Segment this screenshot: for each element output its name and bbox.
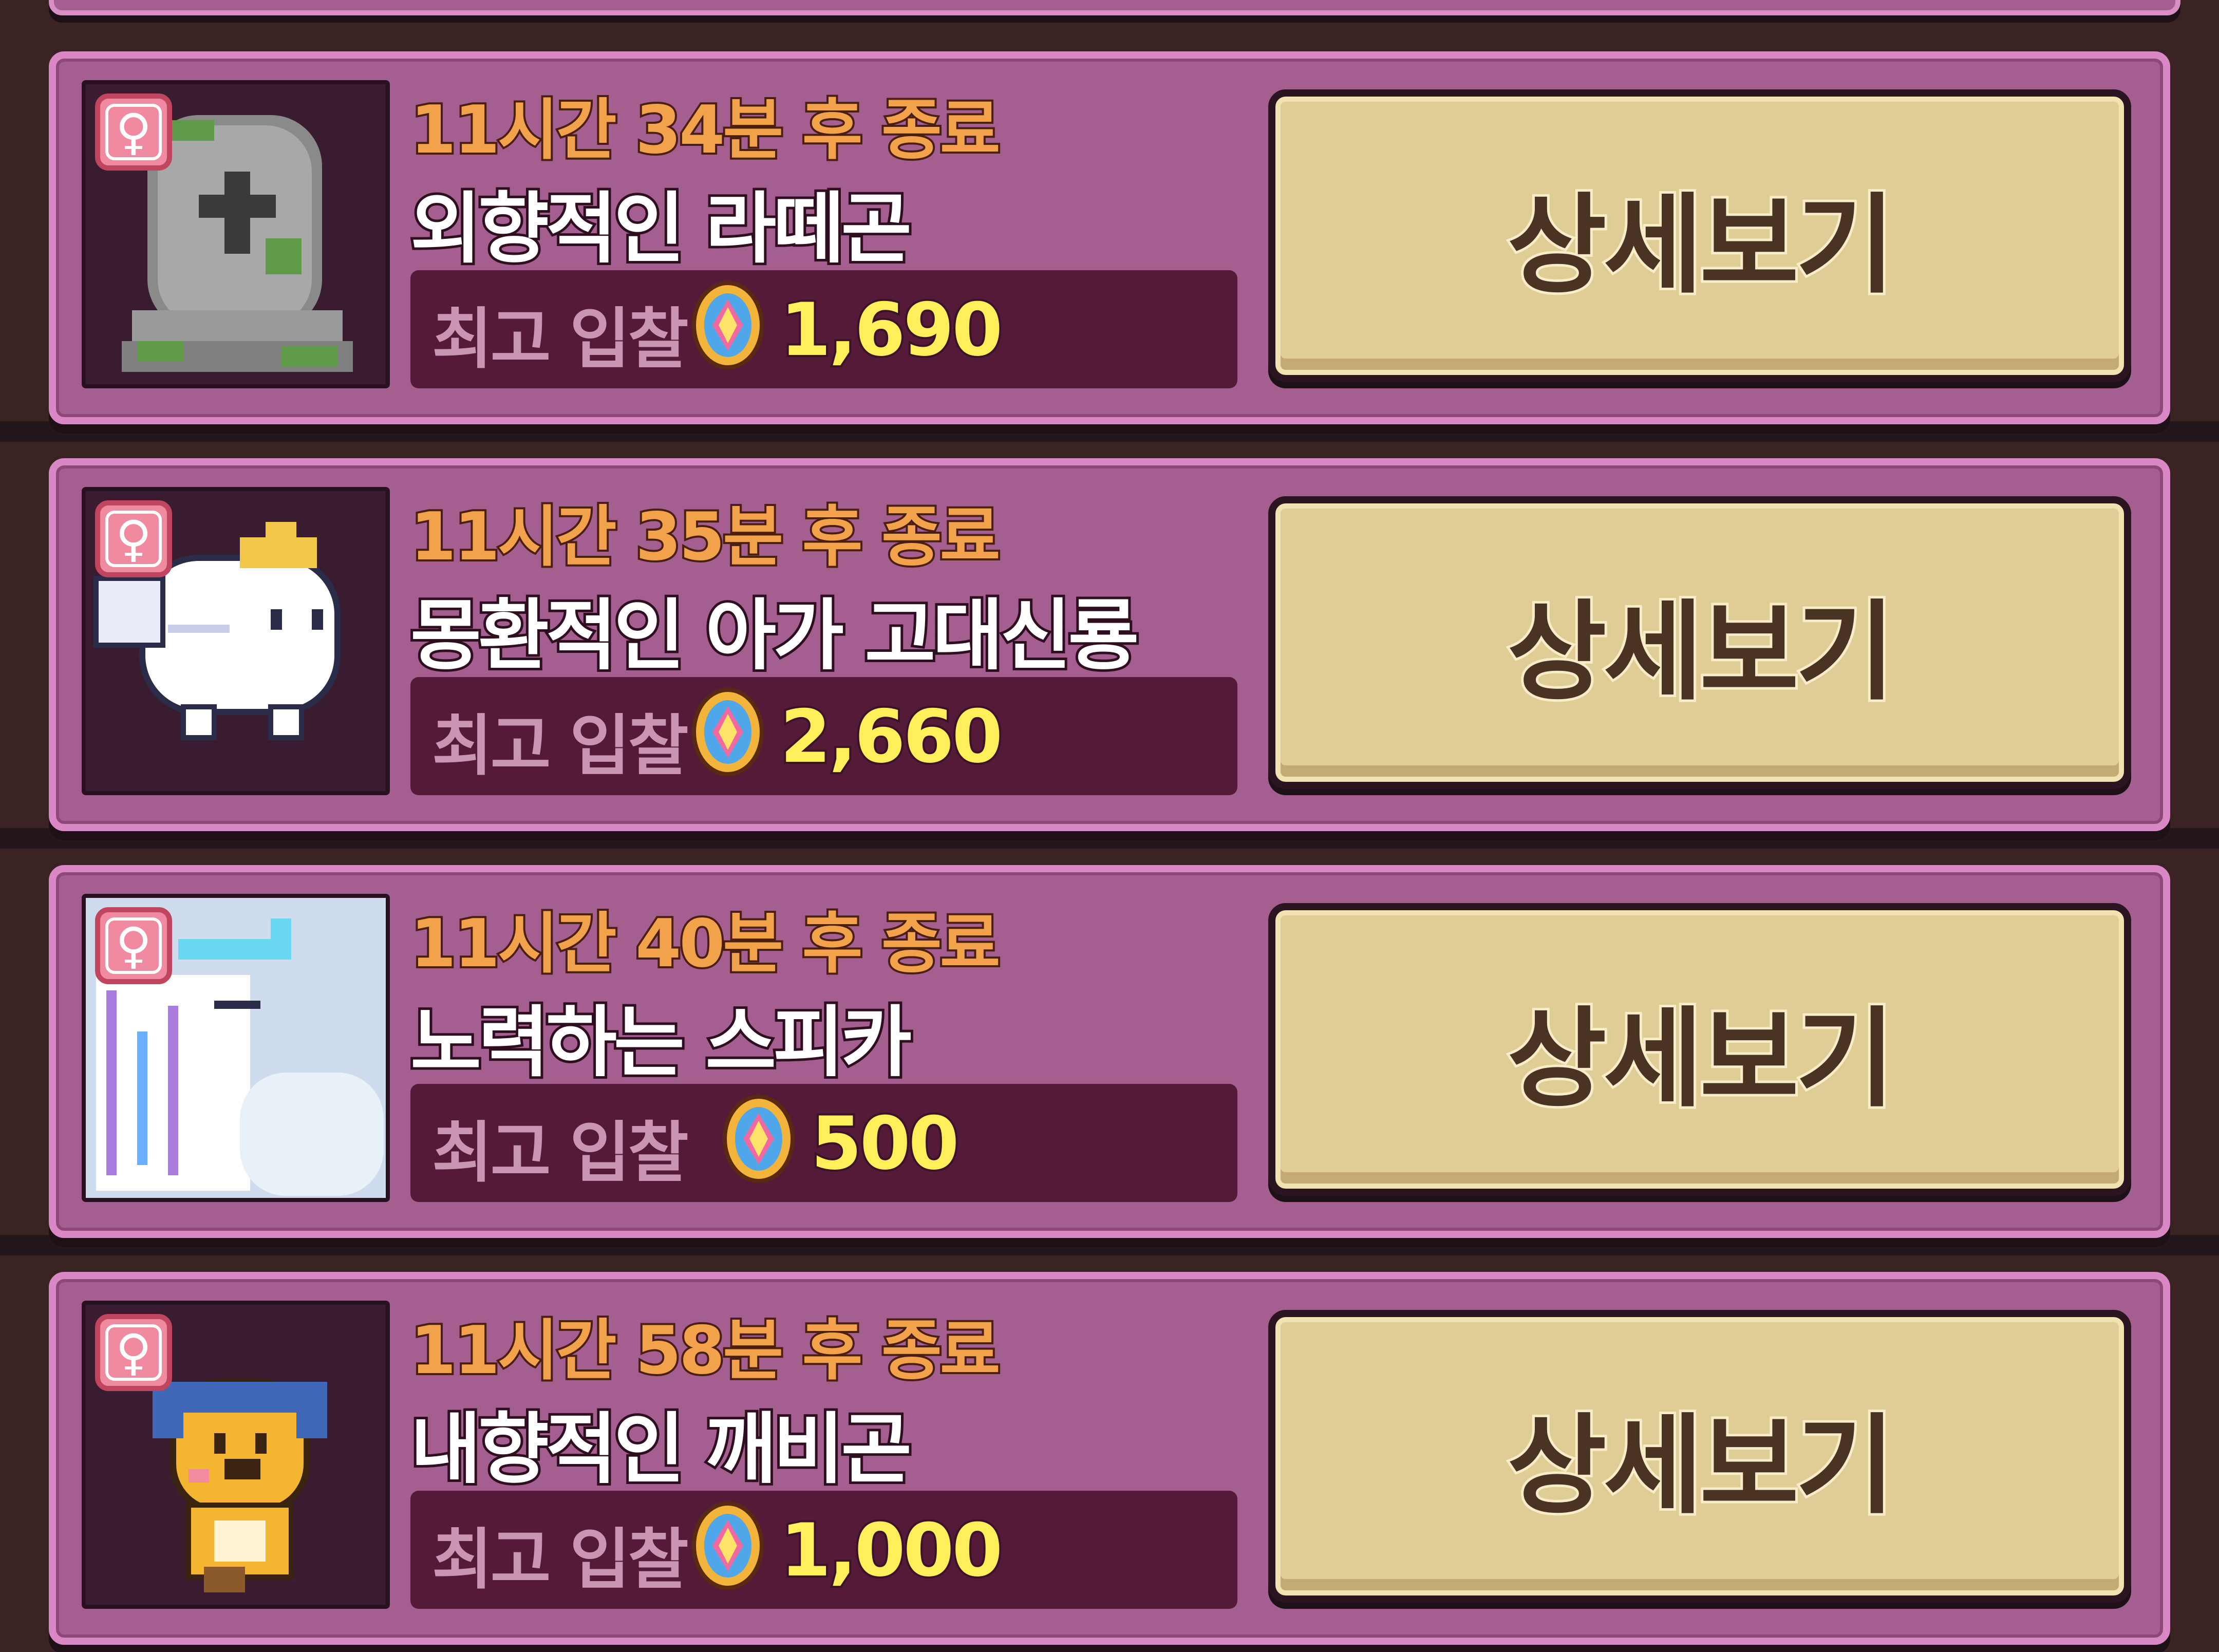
female-icon: ♀ (95, 1314, 172, 1391)
creature-name: 외향적인 라떼곤 (408, 182, 914, 276)
view-details-label: 상세보기 (1505, 1400, 1898, 1531)
creature-name: 몽환적인 아가 고대신룡 (408, 589, 1141, 683)
gem-coin-icon (692, 688, 764, 776)
highest-bid-value: 2,660 (778, 692, 1005, 781)
highest-bid-panel: 최고 입찰 2,660 (410, 677, 1237, 795)
auction-card: ♀ 11시간 40분 후 종료 노력하는 스피카 최고 입찰 500 상세보기 (49, 865, 2170, 1238)
highest-bid-value: 1,690 (778, 286, 1005, 374)
view-details-label: 상세보기 (1505, 993, 1898, 1124)
creature-portrait[interactable]: ♀ (82, 80, 390, 388)
auction-timer: 11시간 34분 후 종료 (408, 90, 1002, 171)
highest-bid-label: 최고 입찰 (432, 1522, 689, 1598)
view-details-button[interactable]: 상세보기 (1268, 89, 2131, 382)
gender-symbol: ♀ (115, 917, 152, 974)
highest-bid-panel: 최고 입찰 1,690 (410, 270, 1237, 388)
view-details-button[interactable]: 상세보기 (1268, 903, 2131, 1196)
highest-bid-label: 최고 입찰 (432, 1115, 689, 1191)
view-details-button[interactable]: 상세보기 (1268, 1310, 2131, 1603)
previous-card-edge (49, 0, 2180, 15)
highest-bid-panel: 최고 입찰 500 (410, 1084, 1237, 1202)
creature-name: 노력하는 스피카 (408, 996, 914, 1090)
view-details-label: 상세보기 (1505, 587, 1898, 718)
background-strip (0, 421, 2219, 442)
auction-card: ♀ 11시간 35분 후 종료 몽환적인 아가 고대신룡 최고 입찰 2,660… (49, 458, 2170, 831)
female-icon: ♀ (95, 907, 172, 984)
auction-card: ♀ 11시간 34분 후 종료 외향적인 라떼곤 최고 입찰 1,690 상세보… (49, 51, 2170, 424)
view-details-button[interactable]: 상세보기 (1268, 496, 2131, 789)
gender-symbol: ♀ (115, 510, 152, 568)
gender-symbol: ♀ (115, 103, 152, 161)
gem-coin-icon (692, 281, 764, 369)
highest-bid-label: 최고 입찰 (432, 301, 689, 378)
creature-name: 내향적인 깨비곤 (408, 1402, 914, 1497)
auction-timer: 11시간 40분 후 종료 (408, 904, 1002, 984)
background-strip (0, 1235, 2219, 1255)
auction-card: ♀ 11시간 58분 후 종료 내향적인 깨비곤 최고 입찰 1,000 상세보… (49, 1272, 2170, 1645)
highest-bid-value: 1,000 (778, 1506, 1005, 1595)
highest-bid-label: 최고 입찰 (432, 708, 689, 784)
creature-portrait[interactable]: ♀ (82, 894, 390, 1202)
gem-coin-icon (723, 1095, 795, 1183)
highest-bid-value: 500 (809, 1099, 961, 1188)
auction-timer: 11시간 35분 후 종료 (408, 497, 1002, 577)
female-icon: ♀ (95, 500, 172, 577)
gem-coin-icon (692, 1501, 764, 1590)
creature-portrait[interactable]: ♀ (82, 1301, 390, 1609)
view-details-label: 상세보기 (1505, 180, 1898, 311)
highest-bid-panel: 최고 입찰 1,000 (410, 1491, 1237, 1609)
background-strip (0, 828, 2219, 849)
creature-portrait[interactable]: ♀ (82, 487, 390, 795)
gender-symbol: ♀ (115, 1324, 152, 1381)
female-icon: ♀ (95, 93, 172, 171)
auction-timer: 11시간 58분 후 종료 (408, 1310, 1002, 1391)
